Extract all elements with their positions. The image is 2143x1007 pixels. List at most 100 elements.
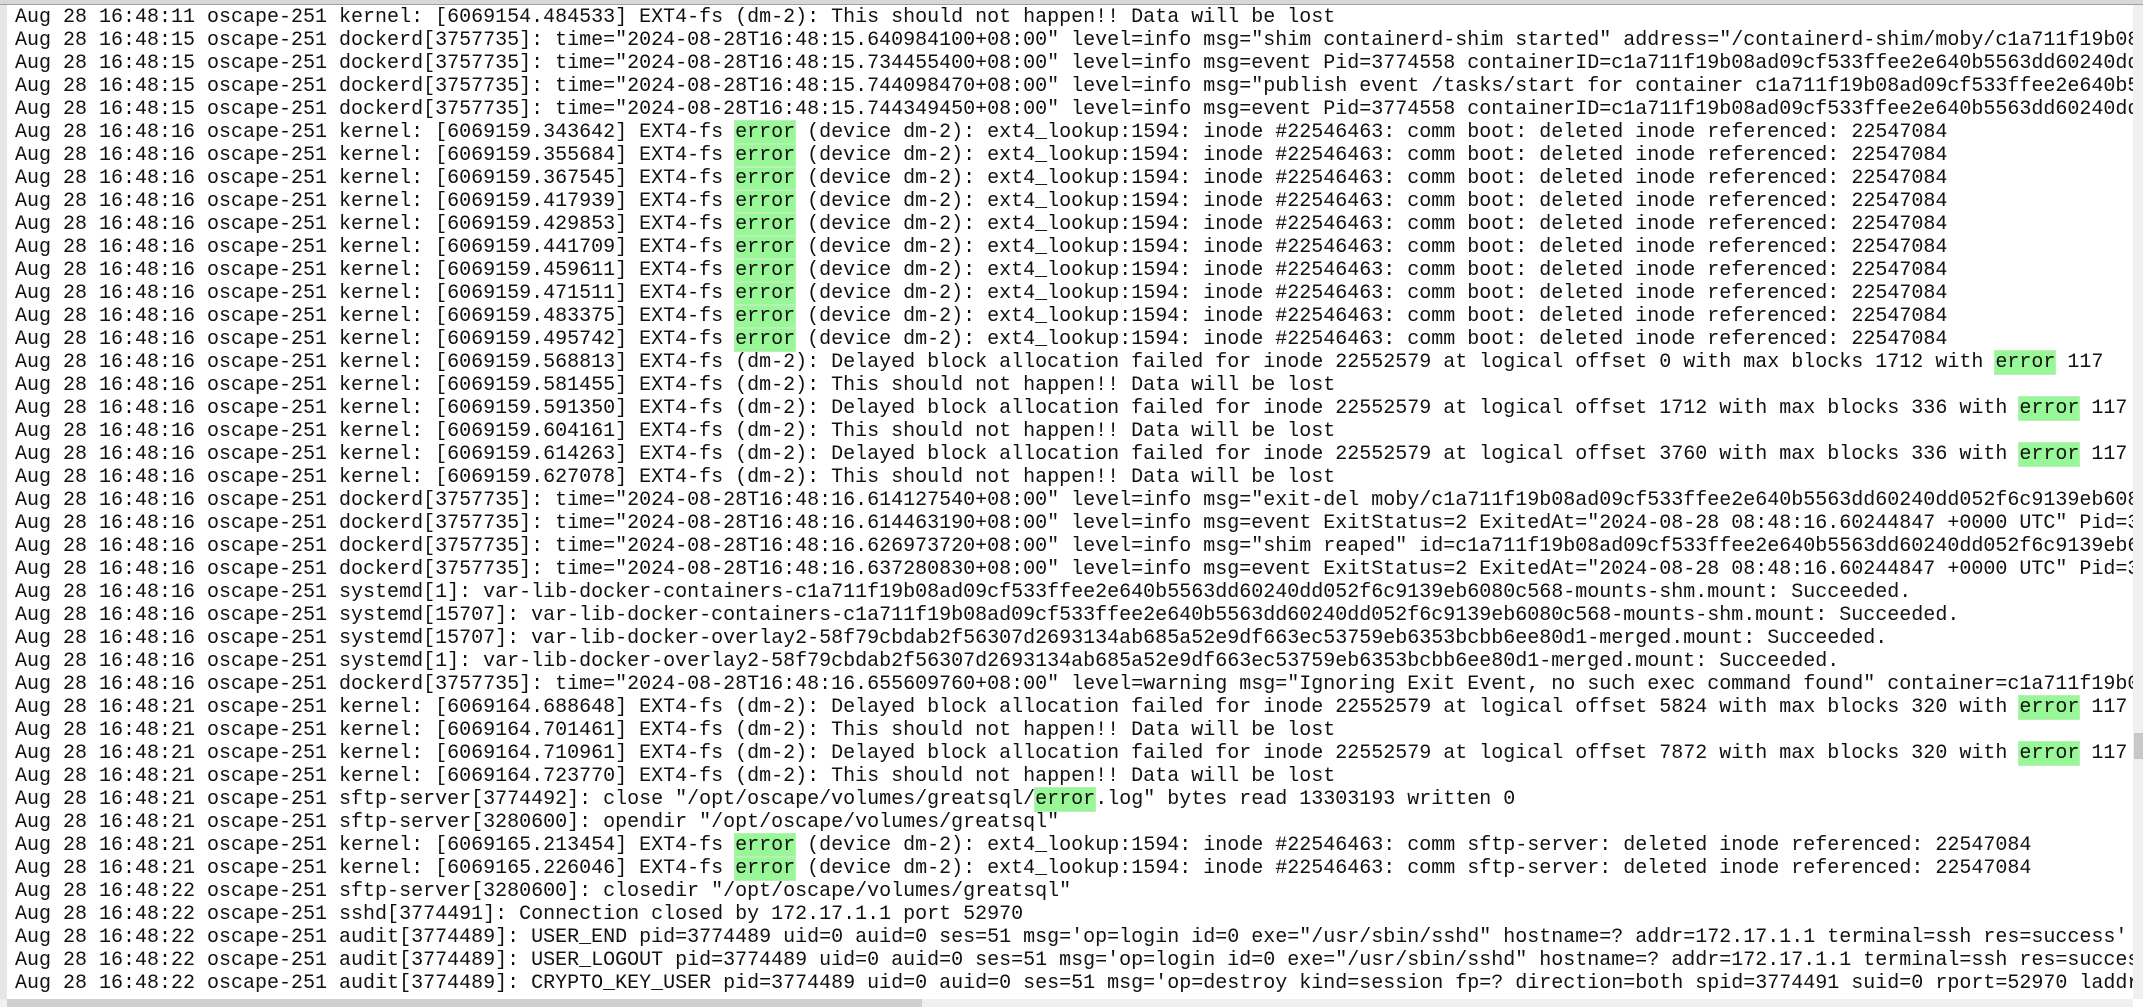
log-line: Aug 28 16:48:11 oscape-251 kernel: [6069… [15,6,2133,29]
log-text: Aug 28 16:48:16 oscape-251 kernel: [6069… [15,121,736,144]
log-line: Aug 28 16:48:22 oscape-251 sshd[3774491]… [15,903,2133,926]
log-text: Aug 28 16:48:16 oscape-251 dockerd[37577… [15,489,2133,512]
log-text: Aug 28 16:48:16 oscape-251 kernel: [6069… [15,305,736,328]
search-match-highlight: error [734,166,797,191]
log-text: Aug 28 16:48:21 oscape-251 kernel: [6069… [15,719,1336,742]
log-line: Aug 28 16:48:16 oscape-251 kernel: [6069… [15,466,2133,489]
log-text: Aug 28 16:48:16 oscape-251 kernel: [6069… [15,282,736,305]
search-match-highlight: error [734,235,797,260]
log-text: (device dm-2): ext4_lookup:1594: inode #… [795,857,2032,880]
search-match-highlight: error [734,189,797,214]
log-text: Aug 28 16:48:15 oscape-251 dockerd[37577… [15,52,2133,75]
log-text: (device dm-2): ext4_lookup:1594: inode #… [795,236,1948,259]
log-text: (device dm-2): ext4_lookup:1594: inode #… [795,121,1948,144]
log-text: Aug 28 16:48:16 oscape-251 kernel: [6069… [15,443,2020,466]
log-line: Aug 28 16:48:16 oscape-251 kernel: [6069… [15,212,2133,237]
log-line: Aug 28 16:48:16 oscape-251 kernel: [6069… [15,120,2133,145]
log-text: Aug 28 16:48:16 oscape-251 kernel: [6069… [15,397,2020,420]
log-line: Aug 28 16:48:21 oscape-251 sftp-server[3… [15,811,2133,834]
log-text: Aug 28 16:48:16 oscape-251 kernel: [6069… [15,374,1336,397]
log-text: 117 [2055,351,2104,374]
log-text: Aug 28 16:48:11 oscape-251 kernel: [6069… [15,6,1336,29]
log-line: Aug 28 16:48:16 oscape-251 dockerd[37577… [15,489,2133,512]
log-line: Aug 28 16:48:16 oscape-251 kernel: [6069… [15,374,2133,397]
log-text: Aug 28 16:48:21 oscape-251 sftp-server[3… [15,811,1060,834]
log-text: Aug 28 16:48:16 oscape-251 kernel: [6069… [15,328,736,351]
log-line: Aug 28 16:48:16 oscape-251 systemd[15707… [15,627,2133,650]
log-text: (device dm-2): ext4_lookup:1594: inode #… [795,213,1948,236]
log-text: Aug 28 16:48:16 oscape-251 dockerd[37577… [15,512,2133,535]
horizontal-scrollbar[interactable] [0,999,2133,1007]
search-match-highlight: error [1034,787,1097,812]
log-text: Aug 28 16:48:16 oscape-251 kernel: [6069… [15,213,736,236]
log-line: Aug 28 16:48:21 oscape-251 kernel: [6069… [15,856,2133,881]
log-line: Aug 28 16:48:16 oscape-251 systemd[1]: v… [15,581,2133,604]
log-line: Aug 28 16:48:16 oscape-251 kernel: [6069… [15,327,2133,352]
log-line: Aug 28 16:48:16 oscape-251 kernel: [6069… [15,420,2133,443]
log-text: Aug 28 16:48:16 oscape-251 dockerd[37577… [15,535,2133,558]
search-match-highlight: error [734,212,797,237]
log-line: Aug 28 16:48:16 oscape-251 kernel: [6069… [15,189,2133,214]
vertical-scrollbar[interactable] [2133,5,2143,999]
log-line: Aug 28 16:48:16 oscape-251 kernel: [6069… [15,258,2133,283]
log-text: Aug 28 16:48:16 oscape-251 kernel: [6069… [15,420,1336,443]
tab-strip [0,0,2143,5]
search-match-highlight: error [734,327,797,352]
log-text: (device dm-2): ext4_lookup:1594: inode #… [795,144,1948,167]
log-text: 117 [2079,443,2128,466]
log-line: Aug 28 16:48:21 oscape-251 kernel: [6069… [15,719,2133,742]
log-line: Aug 28 16:48:16 oscape-251 systemd[15707… [15,604,2133,627]
log-text: Aug 28 16:48:16 oscape-251 systemd[1]: v… [15,581,1912,604]
log-line: Aug 28 16:48:16 oscape-251 kernel: [6069… [15,143,2133,168]
log-line: Aug 28 16:48:15 oscape-251 dockerd[37577… [15,52,2133,75]
log-text: 117 [2079,397,2128,420]
log-line: Aug 28 16:48:22 oscape-251 sftp-server[3… [15,880,2133,903]
vertical-scrollbar-thumb[interactable] [2134,733,2143,759]
log-line: Aug 28 16:48:21 oscape-251 sftp-server[3… [15,787,2133,812]
log-text: Aug 28 16:48:16 oscape-251 kernel: [6069… [15,190,736,213]
log-text: Aug 28 16:48:16 oscape-251 kernel: [6069… [15,167,736,190]
log-text: Aug 28 16:48:16 oscape-251 kernel: [6069… [15,144,736,167]
log-text: Aug 28 16:48:16 oscape-251 systemd[15707… [15,604,1960,627]
log-text: Aug 28 16:48:22 oscape-251 audit[3774489… [15,926,2128,949]
search-match-highlight: error [2018,396,2081,421]
search-match-highlight: error [1994,350,2057,375]
log-text: Aug 28 16:48:21 oscape-251 kernel: [6069… [15,765,1336,788]
log-line: Aug 28 16:48:22 oscape-251 audit[3774489… [15,972,2133,995]
log-text: Aug 28 16:48:16 oscape-251 dockerd[37577… [15,558,2133,581]
log-line: Aug 28 16:48:15 oscape-251 dockerd[37577… [15,29,2133,52]
log-text: (device dm-2): ext4_lookup:1594: inode #… [795,834,2032,857]
log-text: (device dm-2): ext4_lookup:1594: inode #… [795,259,1948,282]
log-text: Aug 28 16:48:15 oscape-251 dockerd[37577… [15,29,2133,52]
log-text: Aug 28 16:48:22 oscape-251 audit[3774489… [15,949,2133,972]
log-line: Aug 28 16:48:16 oscape-251 dockerd[37577… [15,512,2133,535]
log-line: Aug 28 16:48:21 oscape-251 kernel: [6069… [15,695,2133,720]
horizontal-scrollbar-thumb[interactable] [7,999,922,1007]
log-text: Aug 28 16:48:21 oscape-251 kernel: [6069… [15,857,736,880]
log-line: Aug 28 16:48:22 oscape-251 audit[3774489… [15,926,2133,949]
search-match-highlight: error [734,258,797,283]
search-match-highlight: error [734,143,797,168]
search-match-highlight: error [734,856,797,881]
search-match-highlight: error [734,120,797,145]
log-text: Aug 28 16:48:16 oscape-251 kernel: [6069… [15,466,1336,489]
log-text: Aug 28 16:48:21 oscape-251 kernel: [6069… [15,834,736,857]
log-text: (device dm-2): ext4_lookup:1594: inode #… [795,305,1948,328]
log-text-area[interactable]: Aug 28 16:48:11 oscape-251 kernel: [6069… [15,6,2133,998]
log-text: Aug 28 16:48:21 oscape-251 sftp-server[3… [15,788,1036,811]
log-line: Aug 28 16:48:15 oscape-251 dockerd[37577… [15,75,2133,98]
log-text: 117 [2079,742,2128,765]
log-line: Aug 28 16:48:16 oscape-251 kernel: [6069… [15,350,2133,375]
log-line: Aug 28 16:48:16 oscape-251 dockerd[37577… [15,673,2133,696]
log-text: Aug 28 16:48:16 oscape-251 kernel: [6069… [15,351,1996,374]
log-text: Aug 28 16:48:22 oscape-251 sshd[3774491]… [15,903,1024,926]
log-text: Aug 28 16:48:16 oscape-251 dockerd[37577… [15,673,2133,696]
log-line: Aug 28 16:48:16 oscape-251 kernel: [6069… [15,166,2133,191]
log-line: Aug 28 16:48:21 oscape-251 kernel: [6069… [15,833,2133,858]
log-text: Aug 28 16:48:15 oscape-251 dockerd[37577… [15,98,2133,121]
log-text: (device dm-2): ext4_lookup:1594: inode #… [795,328,1948,351]
search-match-highlight: error [2018,695,2081,720]
search-match-highlight: error [2018,741,2081,766]
log-text: Aug 28 16:48:16 oscape-251 kernel: [6069… [15,236,736,259]
log-line: Aug 28 16:48:15 oscape-251 dockerd[37577… [15,98,2133,121]
